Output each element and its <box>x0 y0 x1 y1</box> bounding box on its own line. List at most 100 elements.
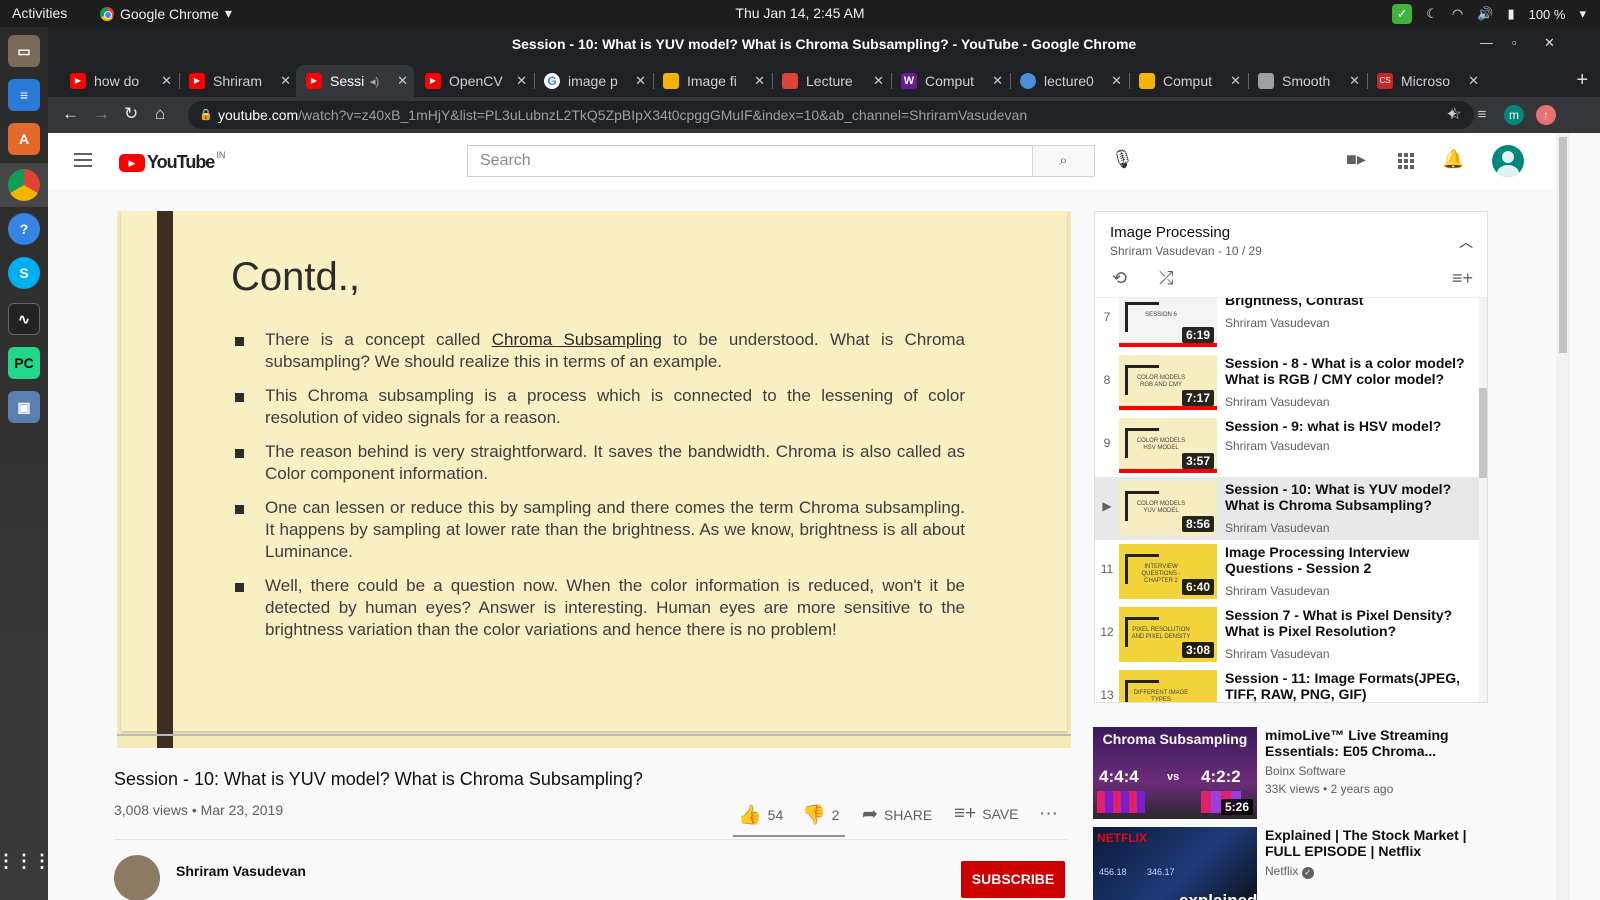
forward-button[interactable]: → <box>93 104 110 124</box>
close-tab-icon[interactable]: ✕ <box>280 73 291 89</box>
page-scrollbar[interactable] <box>1556 133 1570 900</box>
audio-playing-icon[interactable]: ◂) <box>370 75 379 88</box>
tab-2-active[interactable]: Sessi ◂) ✕ <box>296 65 414 97</box>
playlist-title[interactable]: Image Processing <box>1110 224 1230 241</box>
home-button[interactable]: ⌂ <box>155 104 165 124</box>
playlist-thumbnail[interactable]: PIXEL RESOLUTION AND PIXEL DENSITY 3:08 <box>1119 607 1217 662</box>
channel-avatar[interactable] <box>114 855 160 900</box>
playlist-thumbnail[interactable]: SESSION 6 6:19 <box>1119 292 1217 347</box>
tab-5[interactable]: Image fi ✕ <box>653 65 771 97</box>
playlist-video-title[interactable]: Session - 10: What is YUV model? What is… <box>1225 481 1475 513</box>
channel-name[interactable]: Shriram Vasudevan <box>176 863 306 879</box>
system-monitor-icon[interactable]: ∿ <box>8 303 40 335</box>
files-icon[interactable]: ▭ <box>8 35 40 67</box>
microphone-icon[interactable]: 🎙 <box>1111 149 1134 170</box>
tab-6[interactable]: Lecture ✕ <box>772 65 890 97</box>
search-input[interactable]: Search <box>467 145 1033 177</box>
playlist-video-title[interactable]: Session - 11: Image Formats(JPEG, TIFF, … <box>1225 670 1475 702</box>
video-player[interactable]: Contd., There is a concept called Chroma… <box>117 211 1071 748</box>
like-button[interactable]: 👍 54 <box>738 803 783 827</box>
pycharm-icon[interactable]: PC <box>8 347 40 379</box>
minimize-icon[interactable]: — <box>1480 35 1493 50</box>
chrome-dock-icon[interactable] <box>8 169 40 201</box>
playlist-item[interactable]: 8 COLOR MODELS RGB AND CMY 7:17 Session - 8… <box>1095 351 1479 414</box>
clock[interactable]: Thu Jan 14, 2:45 AM <box>0 5 1600 21</box>
recommendation-thumbnail[interactable]: Chroma Subsampling 4:4:4 vs 4:2:2 5:26 <box>1093 727 1257 819</box>
update-icon[interactable]: ↑ <box>1536 105 1556 125</box>
playlist-scroll-thumb[interactable] <box>1479 388 1487 478</box>
playlist-item[interactable]: 9 COLOR MODELS HSV MODEL 3:57 Session - 9: … <box>1095 414 1479 477</box>
address-bar[interactable]: 🔒 youtube.com/watch?v=z40xB_1mHjY&list=P… <box>188 101 1474 129</box>
tab-4[interactable]: G image p ✕ <box>534 65 652 97</box>
apps-grid-icon[interactable] <box>1398 153 1414 169</box>
close-tab-icon[interactable]: ✕ <box>397 73 408 89</box>
playlist-scrollbar[interactable] <box>1479 298 1487 702</box>
tab-7[interactable]: W Comput ✕ <box>891 65 1009 97</box>
back-button[interactable]: ← <box>62 104 79 124</box>
create-video-icon[interactable]: ■▸ <box>1346 149 1366 170</box>
playlist-video-title[interactable]: Session - 9: what is HSV model? <box>1225 418 1475 434</box>
close-tab-icon[interactable]: ✕ <box>1349 73 1360 89</box>
tab-8[interactable]: lecture0 ✕ <box>1010 65 1128 97</box>
playlist-thumbnail[interactable]: COLOR MODELS RGB AND CMY 7:17 <box>1119 355 1217 410</box>
playlist-item[interactable]: 12 PIXEL RESOLUTION AND PIXEL DENSITY 3:08… <box>1095 603 1479 666</box>
playlist-thumbnail[interactable]: COLOR MODELS HSV MODEL 3:57 <box>1119 418 1217 473</box>
subscribe-button[interactable]: SUBSCRIBE <box>961 861 1065 898</box>
skype-icon[interactable]: S <box>8 257 40 289</box>
save-playlist-icon[interactable]: ≡+ <box>1452 268 1473 289</box>
chevron-up-icon[interactable]: ︿ <box>1459 232 1473 252</box>
dislike-button[interactable]: 👎 2 <box>802 803 839 827</box>
check-icon[interactable]: ✓ <box>1392 4 1413 24</box>
recommendation-item[interactable]: Chroma Subsampling 4:4:4 vs 4:2:2 5:26 m… <box>1093 727 1493 821</box>
tab-11[interactable]: CS Microso ✕ <box>1367 65 1485 97</box>
new-tab-button[interactable]: + <box>1576 69 1588 92</box>
close-tab-icon[interactable]: ✕ <box>635 73 646 89</box>
profile-avatar[interactable]: m <box>1504 105 1524 125</box>
loop-icon[interactable]: ⟲ <box>1112 268 1127 289</box>
system-tray[interactable]: ✓ ☾ ◠ 🔊 ▮ 100 % ▾ <box>1392 4 1586 24</box>
playlist-item[interactable]: 11 INTERVIEW QUESTIONS - CHAPTER 2 6:40 Ima… <box>1095 540 1479 603</box>
more-actions-button[interactable]: ··· <box>1039 803 1058 825</box>
recommendation-channel[interactable]: Netflix ✓ <box>1265 864 1314 879</box>
close-tab-icon[interactable]: ✕ <box>1230 73 1241 89</box>
media-controls-icon[interactable]: ≡ <box>1472 105 1492 125</box>
recommendation-title[interactable]: mimoLive™ Live Streaming Essentials: E05… <box>1265 727 1485 759</box>
close-window-icon[interactable]: ✕ <box>1544 35 1555 51</box>
reload-button[interactable]: ↻ <box>124 104 138 124</box>
recommendation-title[interactable]: Explained | The Stock Market | FULL EPIS… <box>1265 827 1485 859</box>
show-applications-icon[interactable]: ⋮⋮⋮ <box>0 845 51 877</box>
tab-9[interactable]: Comput ✕ <box>1129 65 1247 97</box>
playlist-video-title[interactable]: Session 7 - What is Pixel Density? What … <box>1225 607 1475 639</box>
save-button[interactable]: ≡+ SAVE <box>954 803 1019 825</box>
software-center-icon[interactable]: A <box>8 123 40 155</box>
playlist-thumbnail[interactable]: INTERVIEW QUESTIONS - CHAPTER 2 6:40 <box>1119 544 1217 599</box>
close-tab-icon[interactable]: ✕ <box>992 73 1003 89</box>
close-tab-icon[interactable]: ✕ <box>516 73 527 89</box>
close-tab-icon[interactable]: ✕ <box>873 73 884 89</box>
maximize-icon[interactable]: ▫ <box>1512 35 1517 50</box>
account-avatar[interactable] <box>1492 145 1524 177</box>
playlist-video-title[interactable]: Image Processing Interview Questions - S… <box>1225 544 1475 576</box>
playlist-thumbnail[interactable]: COLOR MODELS YUV MODEL 8:56 <box>1119 481 1217 536</box>
playlist-item[interactable]: 13 DIFFERENT IMAGE TYPES7:47Session - 11:… <box>1095 666 1479 702</box>
tab-3[interactable]: OpenCV ✕ <box>415 65 533 97</box>
remote-desktop-icon[interactable]: ▣ <box>8 391 40 423</box>
youtube-logo[interactable]: ▶ YouTube IN <box>119 150 225 173</box>
help-icon[interactable]: ? <box>8 213 40 245</box>
tab-10[interactable]: Smooth ✕ <box>1248 65 1366 97</box>
recommendation-channel[interactable]: Boinx Software <box>1265 764 1346 778</box>
close-tab-icon[interactable]: ✕ <box>1111 73 1122 89</box>
page-scroll-thumb[interactable] <box>1559 137 1567 353</box>
playlist-item[interactable]: ▶ COLOR MODELS YUV MODEL 8:56 Session - 10:… <box>1095 477 1479 540</box>
tab-0[interactable]: how do ✕ <box>60 65 178 97</box>
recommendation-item[interactable]: NETFLIX 456.18 346.17 explained Explaine… <box>1093 827 1493 900</box>
notifications-bell-icon[interactable]: 🔔 <box>1442 149 1464 170</box>
recommendation-thumbnail[interactable]: NETFLIX 456.18 346.17 explained <box>1093 827 1257 900</box>
search-button[interactable]: ⌕ <box>1032 145 1095 177</box>
menu-icon[interactable] <box>74 153 92 167</box>
close-tab-icon[interactable]: ✕ <box>1468 73 1479 89</box>
close-tab-icon[interactable]: ✕ <box>754 73 765 89</box>
close-tab-icon[interactable]: ✕ <box>161 73 172 89</box>
playlist-thumbnail[interactable]: DIFFERENT IMAGE TYPES7:47 <box>1119 670 1217 702</box>
shuffle-icon[interactable]: ⤮ <box>1159 268 1173 289</box>
